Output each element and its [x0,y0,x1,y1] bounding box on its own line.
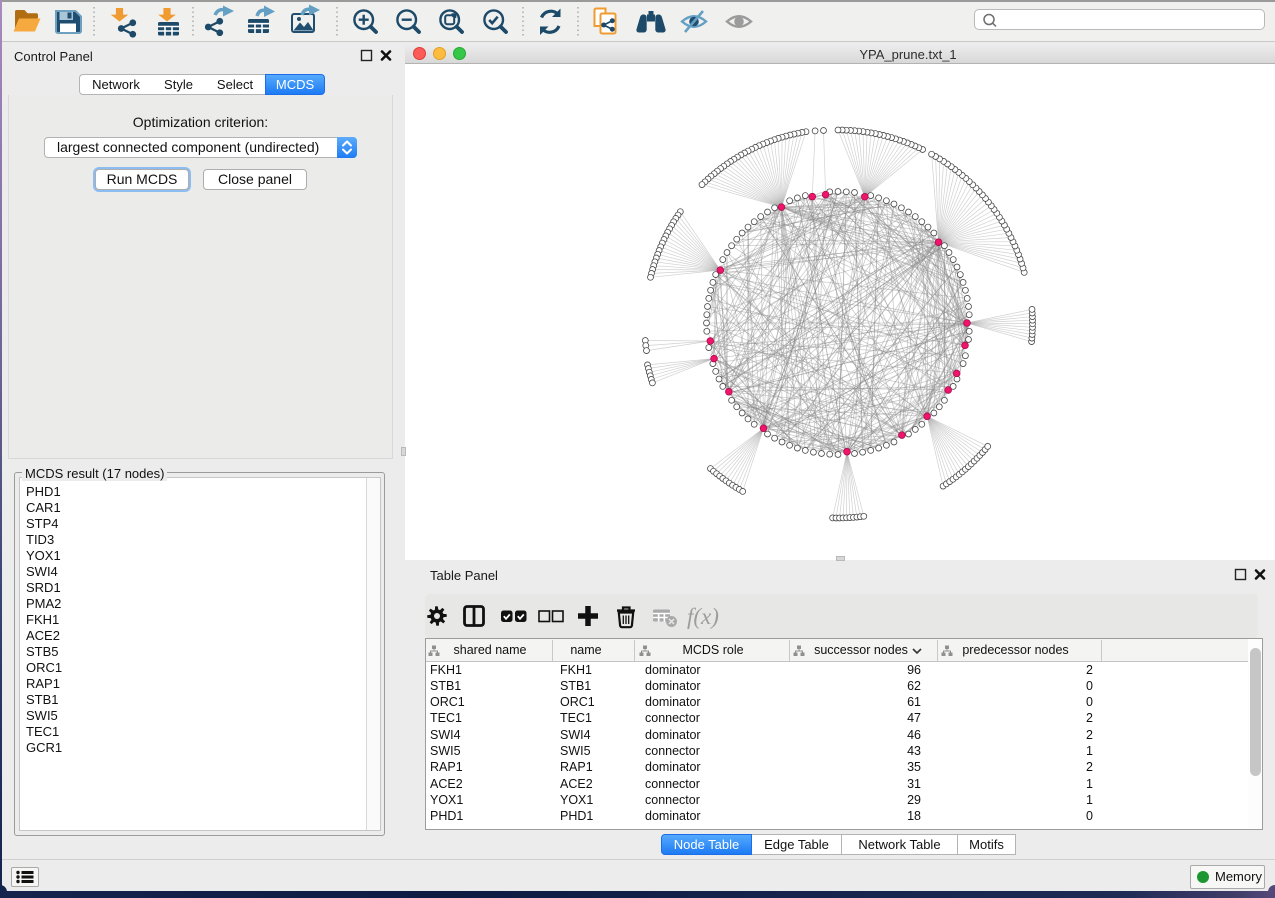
svg-text:f(x): f(x) [687,604,719,629]
